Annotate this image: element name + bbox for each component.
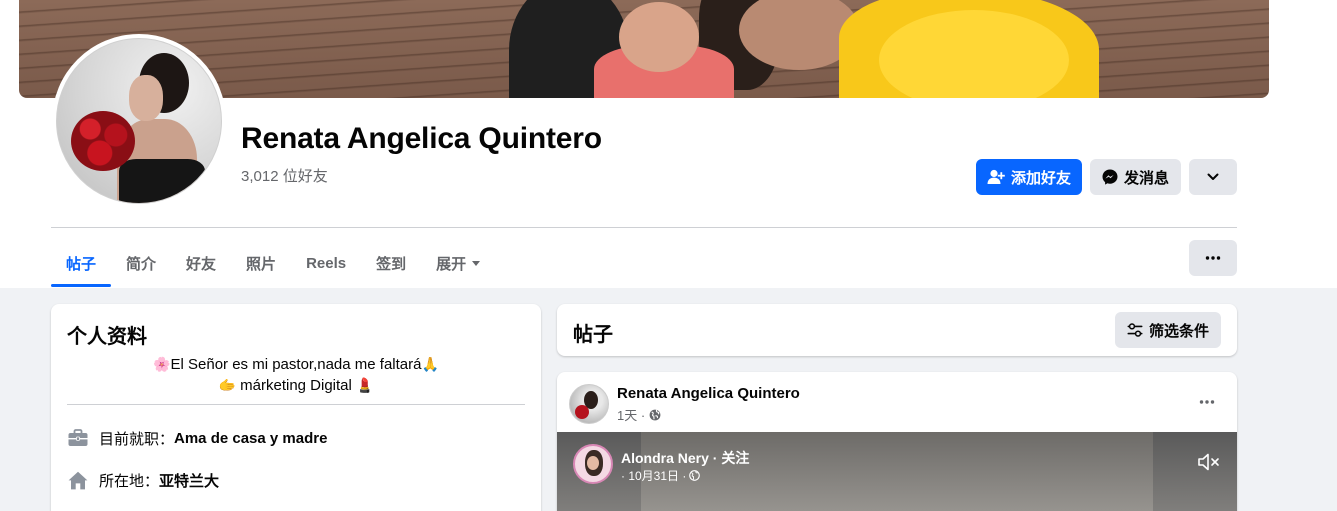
tab-photos-label: 照片	[246, 256, 277, 273]
shared-post-meta: · 10月31日 ·	[621, 467, 701, 484]
post-author-avatar[interactable]	[569, 384, 609, 424]
location-info: 所在地： 亚特兰大	[67, 468, 219, 492]
mute-icon	[1198, 453, 1219, 471]
bio-line-2-text: márketing Digital	[240, 377, 352, 394]
add-friend-label: 添加好友	[1010, 169, 1071, 187]
filter-button[interactable]: 筛选条件	[1115, 312, 1221, 348]
add-friend-button[interactable]: 添加好友	[976, 159, 1082, 195]
cover-figure-baby	[619, 2, 699, 72]
post-meta: 1天 ·	[617, 405, 661, 424]
bio: 🌸El Señor es mi pastor,nada me faltará🙏 …	[67, 354, 525, 396]
message-label: 发消息	[1123, 169, 1169, 187]
message-button[interactable]: 发消息	[1090, 159, 1181, 195]
video-frame	[641, 432, 1153, 511]
post-card: Renata Angelica Quintero 1天 · Alondra Ne…	[557, 372, 1237, 511]
tab-posts[interactable]: 帖子	[51, 240, 112, 287]
intro-divider	[67, 404, 525, 405]
shared-author-avatar[interactable]	[573, 444, 613, 484]
caret-down-icon	[472, 261, 481, 266]
filter-label: 筛选条件	[1148, 322, 1209, 340]
bio-line-1-text: El Señor es mi pastor,nada me faltará	[170, 356, 422, 373]
tabs-more-button[interactable]	[1189, 240, 1237, 276]
work-label: 目前就职：	[99, 430, 175, 448]
intro-title: 个人资料	[67, 326, 147, 348]
more-dots-icon	[1199, 400, 1215, 404]
messenger-icon	[1102, 169, 1118, 185]
add-friend-icon	[987, 169, 1005, 184]
home-icon	[67, 469, 89, 491]
shared-author-name[interactable]: Alondra Nery · 关注	[621, 448, 749, 468]
tab-more-label: 展开	[436, 256, 467, 273]
posts-title: 帖子	[573, 324, 613, 346]
flower-emoji: 🌸	[153, 356, 171, 372]
praying-hands-emoji: 🙏	[421, 356, 439, 372]
tab-about[interactable]: 简介	[111, 240, 171, 287]
tab-about-label: 简介	[126, 256, 157, 273]
work-info: 目前就职： Ama de casa y madre	[67, 426, 327, 450]
profile-avatar[interactable]	[52, 34, 226, 208]
tab-posts-label: 帖子	[66, 256, 97, 273]
intro-card: 个人资料 🌸El Señor es mi pastor,nada me falt…	[51, 304, 541, 511]
profile-tabs: 帖子 简介 好友 照片 Reels 签到 展开	[51, 240, 495, 287]
profile-options-button[interactable]	[1189, 159, 1237, 195]
shared-reel-video[interactable]: Alondra Nery · 关注 · 10月31日 ·	[557, 432, 1237, 511]
lipstick-emoji: 💄	[356, 377, 374, 393]
bio-line-2: 🫱 márketing Digital 💄	[67, 375, 525, 396]
tab-checkins[interactable]: 签到	[361, 240, 421, 287]
tab-checkins-label: 签到	[376, 256, 407, 273]
tab-reels-label: Reels	[306, 255, 347, 272]
profile-name: Renata Angelica Quintero	[241, 122, 602, 155]
mute-button[interactable]	[1197, 452, 1221, 472]
tab-reels[interactable]: Reels	[291, 240, 361, 287]
briefcase-icon	[67, 427, 89, 449]
avatar-roses	[71, 111, 135, 171]
globe-icon	[689, 470, 701, 481]
bio-line-1: 🌸El Señor es mi pastor,nada me faltará🙏	[67, 354, 525, 375]
tab-friends[interactable]: 好友	[171, 240, 231, 287]
posts-header-card: 帖子 筛选条件	[557, 304, 1237, 356]
location-value[interactable]: 亚特兰大	[159, 470, 219, 491]
work-value[interactable]: Ama de casa y madre	[174, 430, 327, 447]
globe-icon	[649, 409, 661, 420]
avatar-dress	[119, 159, 205, 203]
avatar-face	[129, 75, 163, 121]
location-label: 所在地：	[99, 472, 160, 490]
friends-count-link[interactable]: 3,012 位好友	[241, 165, 328, 186]
filter-icon	[1127, 323, 1143, 337]
tab-friends-label: 好友	[186, 256, 217, 273]
profile-avatar-image	[56, 38, 222, 204]
shared-post-time[interactable]: · 10月31日 ·	[621, 467, 686, 484]
tab-photos[interactable]: 照片	[231, 240, 291, 287]
post-author-name[interactable]: Renata Angelica Quintero	[617, 385, 800, 402]
tab-more[interactable]: 展开	[421, 240, 495, 287]
more-dots-icon	[1205, 256, 1221, 260]
chevron-down-icon	[1207, 173, 1219, 180]
handshake-emoji: 🫱	[218, 377, 236, 393]
post-time[interactable]: 1天 ·	[617, 405, 645, 424]
header-divider	[51, 227, 1237, 228]
post-options-button[interactable]	[1193, 390, 1221, 414]
